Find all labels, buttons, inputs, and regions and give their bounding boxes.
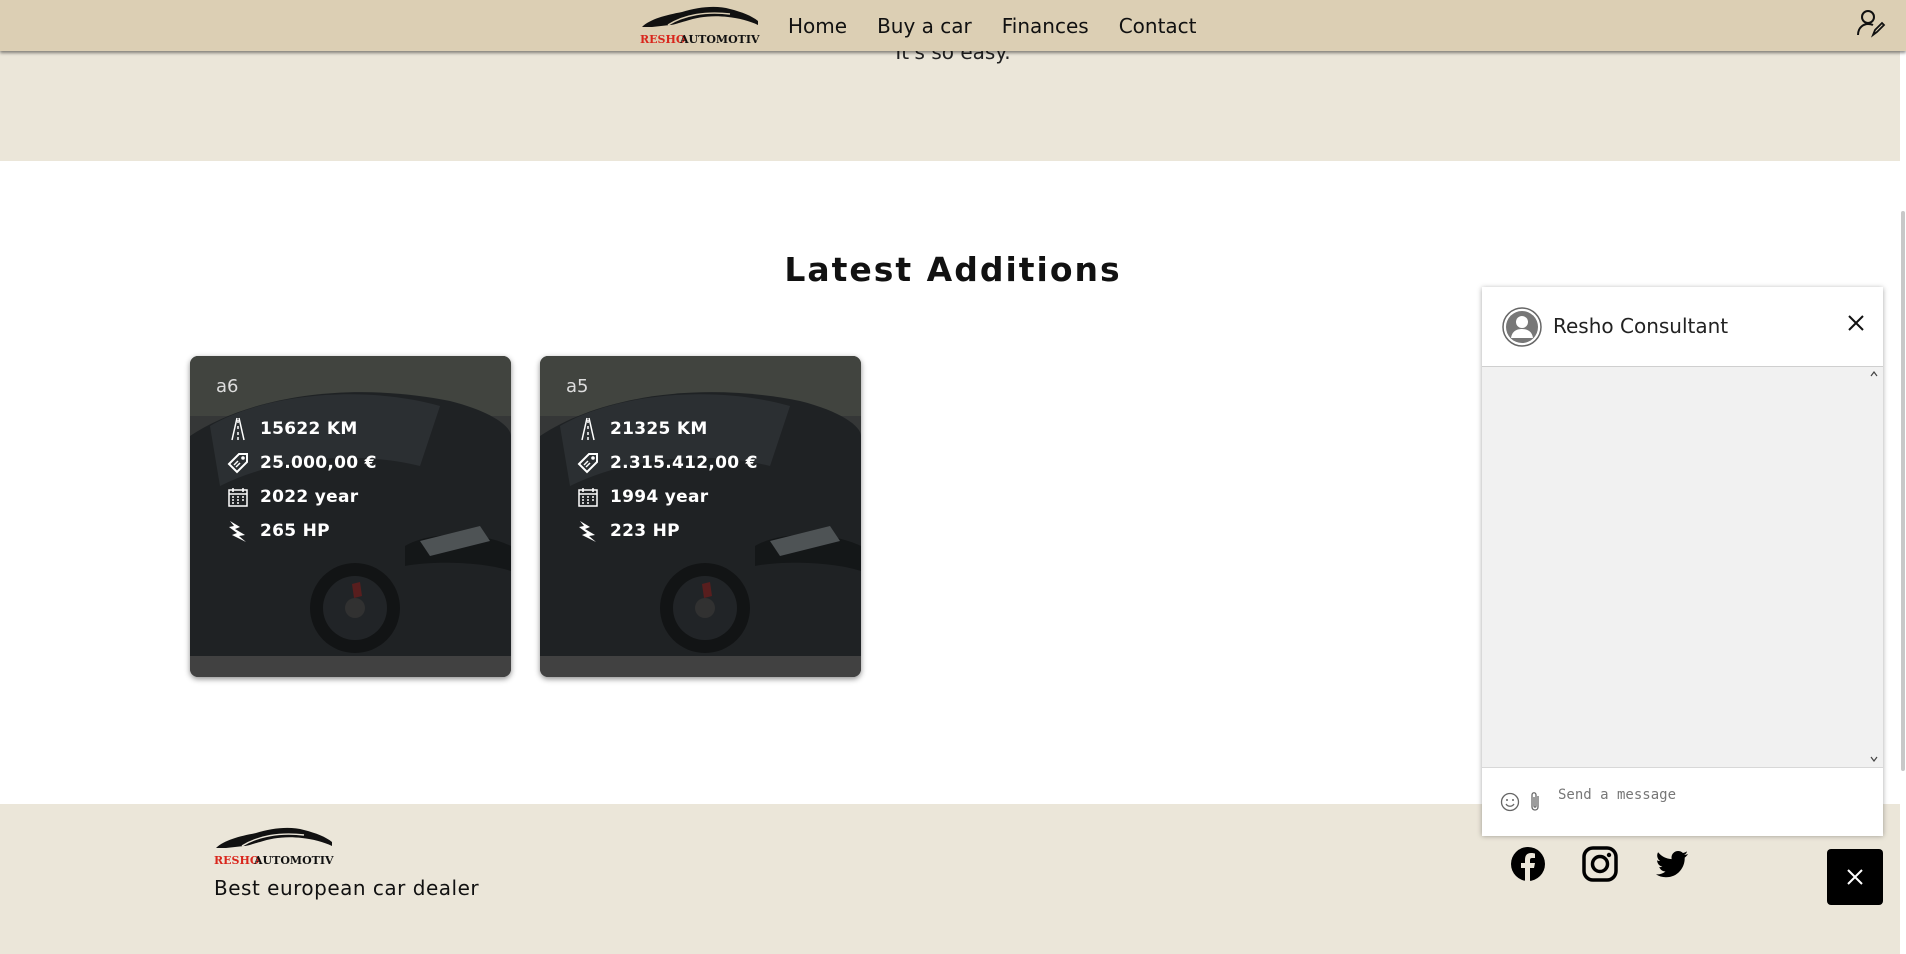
emoji-icon[interactable] [1500,792,1520,812]
instagram-icon[interactable] [1582,846,1618,882]
chat-title: Resho Consultant [1553,314,1729,338]
car-model: a6 [216,376,239,397]
chevron-down-icon[interactable] [1869,754,1879,764]
footer-brand-red: RESHO [214,854,260,867]
spec-price: 25.000,00 € [226,446,377,480]
spec-km-text: 15622 KM [260,419,358,439]
spec-price-text: 2.315.412,00 € [610,453,758,473]
spec-year-text: 2022 year [260,487,359,507]
spec-hp: 265 HP [226,514,377,548]
chat-input-bar [1482,767,1883,836]
car-specs: 15622 KM 25.000,00 € 2022 year 265 HP [226,412,377,548]
spec-km-text: 21325 KM [610,419,708,439]
spec-hp-text: 265 HP [260,521,330,541]
car-model: a5 [566,376,589,397]
spec-price: 2.315.412,00 € [576,446,758,480]
calendar-icon [228,488,248,507]
spec-price-text: 25.000,00 € [260,453,377,473]
footer-logo[interactable]: RESHO AUTOMOTIVE [212,824,334,868]
lightning-icon [229,521,246,542]
spec-hp-text: 223 HP [610,521,680,541]
price-tag-icon [577,453,598,474]
spec-hp: 223 HP [576,514,758,548]
section-title: Latest Additions [784,250,1122,289]
chevron-up-icon[interactable] [1869,369,1879,379]
chat-widget: Resho Consultant [1482,287,1883,836]
nav-buy-a-car[interactable]: Buy a car [877,14,972,38]
nav-contact[interactable]: Contact [1119,14,1197,38]
spec-km: 15622 KM [226,412,377,446]
spec-year: 2022 year [226,480,377,514]
footer-brand-black: AUTOMOTIVE [253,854,334,867]
chat-messages[interactable] [1482,367,1883,767]
brand-logo[interactable]: RESHO AUTOMOTIVE [638,3,760,47]
chat-header: Resho Consultant [1482,287,1883,367]
road-icon [231,417,245,441]
spec-year-text: 1994 year [610,487,709,507]
attachment-icon[interactable] [1528,790,1542,814]
user-edit-icon[interactable] [1856,8,1886,38]
navbar: RESHO AUTOMOTIVE Home Buy a car Finances… [0,0,1906,51]
calendar-icon [578,488,598,507]
nav-home[interactable]: Home [788,14,847,38]
footer-tagline: Best european car dealer [214,876,480,900]
page-scrollbar[interactable] [1900,51,1906,954]
avatar-icon [1502,307,1542,347]
brand-text-red: RESHO [640,33,686,46]
twitter-icon[interactable] [1654,846,1690,882]
spec-year: 1994 year [576,480,758,514]
car-card-a6[interactable]: a6 15622 KM 25.000,00 € 2022 year 265 HP [190,356,511,677]
close-icon[interactable] [1844,311,1868,335]
page-scrollbar-thumb[interactable] [1901,211,1905,771]
brand-text-black: AUTOMOTIVE [679,33,760,46]
car-specs: 21325 KM 2.315.412,00 € 1994 year 223 HP [576,412,758,548]
facebook-icon[interactable] [1510,846,1546,882]
chat-toggle-button[interactable] [1827,849,1883,905]
lightning-icon [579,521,596,542]
chat-message-input[interactable] [1556,780,1860,810]
car-card-a5[interactable]: a5 21325 KM 2.315.412,00 € 1994 year 223… [540,356,861,677]
nav-finances[interactable]: Finances [1002,14,1089,38]
nav-links: Home Buy a car Finances Contact [788,0,1197,51]
close-icon [1847,869,1863,885]
road-icon [581,417,595,441]
spec-km: 21325 KM [576,412,758,446]
price-tag-icon [227,453,248,474]
